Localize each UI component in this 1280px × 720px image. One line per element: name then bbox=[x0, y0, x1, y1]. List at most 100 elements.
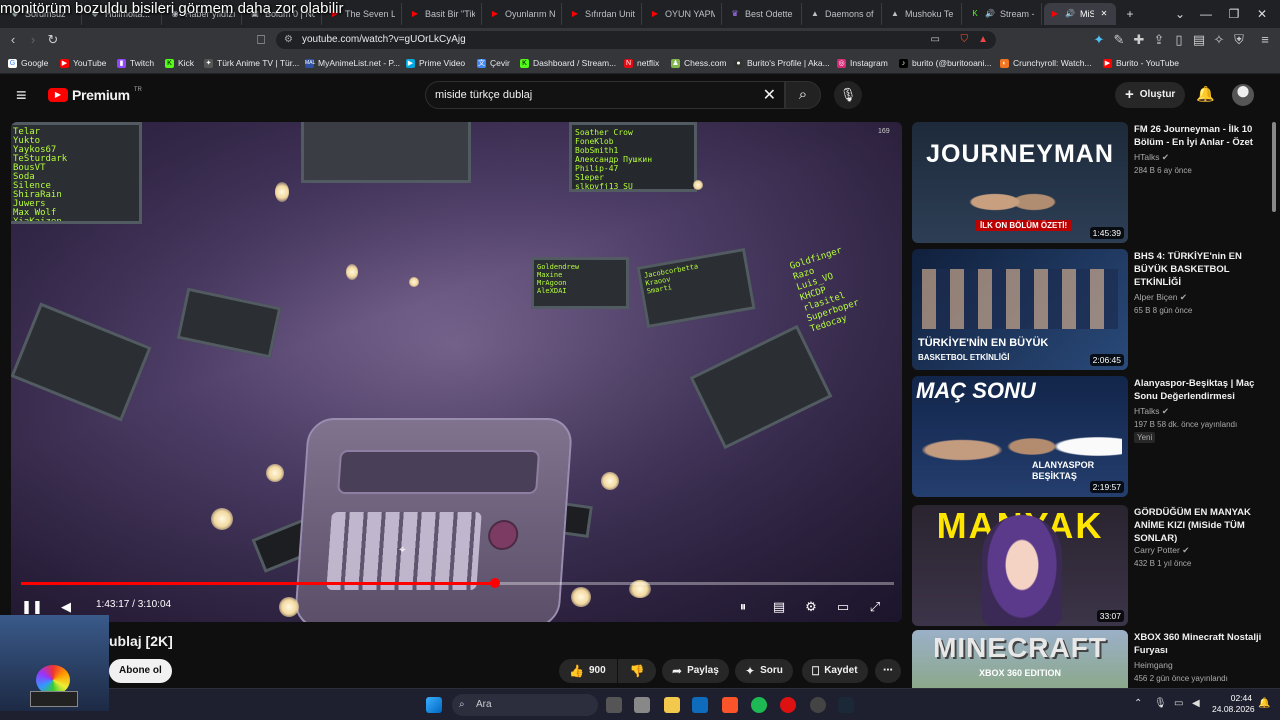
bookmark-chess[interactable]: ♟ Chess.com bbox=[671, 56, 727, 70]
video-player[interactable]: Telar Yukto Yaykos67 TeSturdark BousVT S… bbox=[11, 122, 902, 622]
hamburger-menu-icon[interactable]: ≡ bbox=[16, 86, 27, 104]
start-button-icon[interactable] bbox=[426, 697, 442, 713]
tab[interactable]: ▶ OYUN YAPM bbox=[644, 3, 722, 25]
fullscreen-button[interactable]: ⤢ bbox=[864, 596, 886, 618]
store-icon[interactable] bbox=[634, 697, 650, 713]
tray-chevron-icon[interactable]: ⌃ bbox=[1134, 698, 1142, 709]
video-thumbnail[interactable]: MINECRAFT XBOX 360 EDITION bbox=[912, 630, 1128, 688]
share-icon[interactable]: ⇪ bbox=[1150, 31, 1168, 49]
video-title[interactable]: GÖRDÜĞÜM EN MANYAK ANİME KIZI (MiSide TÜ… bbox=[1134, 506, 1268, 545]
recommended-video[interactable]: TÜRKİYE'NİN EN BÜYÜK BASKETBOL ETKİNLİĞİ… bbox=[912, 249, 1272, 370]
video-thumbnail[interactable]: TÜRKİYE'NİN EN BÜYÜK BASKETBOL ETKİNLİĞİ… bbox=[912, 249, 1128, 370]
close-icon[interactable]: ✕ bbox=[1099, 9, 1109, 19]
steam-icon[interactable] bbox=[838, 697, 854, 713]
scrollbar-thumb[interactable] bbox=[1272, 122, 1276, 212]
avatar[interactable] bbox=[1232, 84, 1254, 106]
extension-icon[interactable]: ✦ bbox=[1090, 31, 1108, 49]
channel-name[interactable]: HTalks ✔ bbox=[1134, 406, 1169, 417]
bookmark-youtube[interactable]: ▶ YouTube bbox=[60, 56, 106, 70]
new-tab-button[interactable]: + bbox=[1120, 5, 1140, 23]
bookmark-turkanime[interactable]: ✦ Türk Anime TV | Tür... bbox=[204, 56, 299, 70]
save-button[interactable]: ⎕ Kaydet bbox=[802, 659, 868, 683]
tab-list-icon[interactable]: ⌄ bbox=[1170, 5, 1190, 23]
video-title[interactable]: FM 26 Journeyman - İlk 10 Bölüm - En İyi… bbox=[1134, 123, 1268, 149]
channel-name[interactable]: Carry Potter ✔ bbox=[1134, 545, 1189, 556]
subscribe-button[interactable]: Abone ol bbox=[109, 659, 172, 683]
brave-shield-icon[interactable]: ⛉ bbox=[961, 31, 969, 49]
file-explorer-icon[interactable] bbox=[664, 697, 680, 713]
tab[interactable]: ▲ Daemons of bbox=[804, 3, 882, 25]
maximize-button[interactable]: ❐ bbox=[1224, 5, 1244, 23]
tab[interactable]: ▲ Mushoku Te bbox=[884, 3, 962, 25]
bookmark-dashboard[interactable]: K Dashboard / Stream... bbox=[520, 56, 616, 70]
tab[interactable]: K 🔊 Stream - bbox=[964, 3, 1042, 25]
site-info-icon[interactable]: ⚙ bbox=[284, 31, 293, 49]
create-button[interactable]: + Oluştur bbox=[1115, 82, 1186, 108]
network-icon[interactable]: ▭ bbox=[1174, 698, 1183, 709]
voice-search-button[interactable]: 🎙 bbox=[834, 81, 862, 109]
url-field[interactable]: ⚙ youtube.com/watch?v=gUOrLkCyAjg ▭ ⛉ ▲ bbox=[276, 31, 996, 49]
bookmark-icon[interactable]: ⎕ bbox=[252, 31, 270, 49]
tab[interactable]: ♛ Best Odette bbox=[724, 3, 802, 25]
like-button[interactable]: 👍 900 bbox=[559, 659, 617, 683]
ask-button[interactable]: ✦ Soru bbox=[735, 659, 793, 683]
share-button[interactable]: ➦ Paylaş bbox=[662, 659, 729, 683]
sidebar-icon[interactable]: ▯ bbox=[1170, 31, 1188, 49]
search-input[interactable]: miside türkçe dublaj ✕ bbox=[425, 81, 785, 109]
notification-icon[interactable]: 🔔 bbox=[1258, 698, 1270, 709]
forward-button[interactable]: › bbox=[24, 31, 42, 49]
recommended-video[interactable]: MANYAK 33:07 GÖRDÜĞÜM EN MANYAK ANİME KI… bbox=[912, 505, 1272, 626]
recommended-video[interactable]: JOURNEYMAN İLK ON BÖLÜM ÖZETİ! 1:45:39 F… bbox=[912, 122, 1272, 243]
extensions-icon[interactable]: ✚ bbox=[1130, 31, 1148, 49]
notifications-bell-icon[interactable]: 🔔 bbox=[1196, 85, 1215, 103]
theater-mode-button[interactable]: ▭ bbox=[832, 596, 854, 618]
channel-name[interactable]: HTalks ✔ bbox=[1134, 152, 1169, 163]
settings-button[interactable]: ⚙ bbox=[800, 596, 822, 618]
bookmark-myanimelist[interactable]: MAL MyAnimeList.net - P... bbox=[305, 56, 400, 70]
bookmark-tiktok[interactable]: ♪ burito (@buritooani... bbox=[899, 56, 992, 70]
recommended-video[interactable]: MAÇ SONU ALANYASPOR BEŞİKTAŞ 2:19:57 Ala… bbox=[912, 376, 1272, 497]
leo-icon[interactable]: ✧ bbox=[1210, 31, 1228, 49]
menu-icon[interactable]: ≡ bbox=[1256, 31, 1274, 49]
search-button[interactable]: ⌕ bbox=[785, 81, 821, 109]
bookmark-netflix[interactable]: Nnetflix bbox=[624, 56, 659, 70]
subtitles-button[interactable]: ▤ bbox=[768, 596, 790, 618]
bookmark-translate[interactable]: 文 Çevir bbox=[477, 56, 510, 70]
close-window-button[interactable]: ✕ bbox=[1252, 5, 1272, 23]
clear-search-icon[interactable]: ✕ bbox=[763, 82, 776, 109]
video-title[interactable]: BHS 4: TÜRKİYE'nin EN BÜYÜK BASKETBOL ET… bbox=[1134, 250, 1268, 289]
wallet-icon[interactable]: ▤ bbox=[1190, 31, 1208, 49]
microphone-icon[interactable]: 🎙 bbox=[1154, 698, 1167, 709]
reload-button[interactable]: ↻ bbox=[44, 31, 62, 49]
autoplay-toggle[interactable]: ⏸ bbox=[732, 596, 754, 618]
bookmark-prime-video[interactable]: ▶ Prime Video bbox=[406, 56, 465, 70]
cast-icon[interactable]: ▭ bbox=[931, 31, 940, 49]
back-button[interactable]: ‹ bbox=[4, 31, 22, 49]
bookmark-profile[interactable]: ● Burito's Profile | Aka... bbox=[734, 56, 830, 70]
bookmark-twitch[interactable]: ▮ Twitch bbox=[117, 56, 154, 70]
rewards-icon[interactable]: ▲ bbox=[978, 31, 988, 49]
progress-scrubber[interactable] bbox=[490, 578, 501, 588]
brave-icon[interactable] bbox=[722, 697, 738, 713]
video-thumbnail[interactable]: MANYAK 33:07 bbox=[912, 505, 1128, 626]
vpn-icon[interactable]: ⛨ bbox=[1230, 31, 1248, 49]
channel-name[interactable]: Heimgang bbox=[1134, 660, 1173, 670]
outlook-icon[interactable] bbox=[692, 697, 708, 713]
tab[interactable]: ▶ Basit Bir "Tik bbox=[404, 3, 482, 25]
recommended-video[interactable]: MINECRAFT XBOX 360 EDITION XBOX 360 Mine… bbox=[912, 630, 1272, 688]
spotify-icon[interactable] bbox=[751, 697, 767, 713]
video-title[interactable]: XBOX 360 Minecraft Nostalji Furyası bbox=[1134, 631, 1268, 657]
dislike-button[interactable]: 👎 bbox=[618, 659, 656, 683]
video-thumbnail[interactable]: JOURNEYMAN İLK ON BÖLÜM ÖZETİ! 1:45:39 bbox=[912, 122, 1128, 243]
minimize-button[interactable]: — bbox=[1196, 5, 1216, 23]
bookmark-kick[interactable]: K Kick bbox=[165, 56, 194, 70]
tab[interactable]: ▶ Oyunlarım N bbox=[484, 3, 562, 25]
taskbar-search[interactable]: ⌕ Ara bbox=[452, 694, 598, 716]
extension-icon[interactable]: ✎ bbox=[1110, 31, 1128, 49]
opera-icon[interactable] bbox=[780, 697, 796, 713]
tab-active[interactable]: ▶ 🔊 MiSid ✕ bbox=[1044, 3, 1116, 25]
bookmark-burito-youtube[interactable]: ▶ Burito - YouTube bbox=[1103, 56, 1179, 70]
channel-name[interactable]: Alper Biçen ✔ bbox=[1134, 292, 1187, 303]
clock[interactable]: 02:44 24.08.2026 bbox=[1212, 693, 1255, 715]
app-icon[interactable] bbox=[810, 697, 826, 713]
